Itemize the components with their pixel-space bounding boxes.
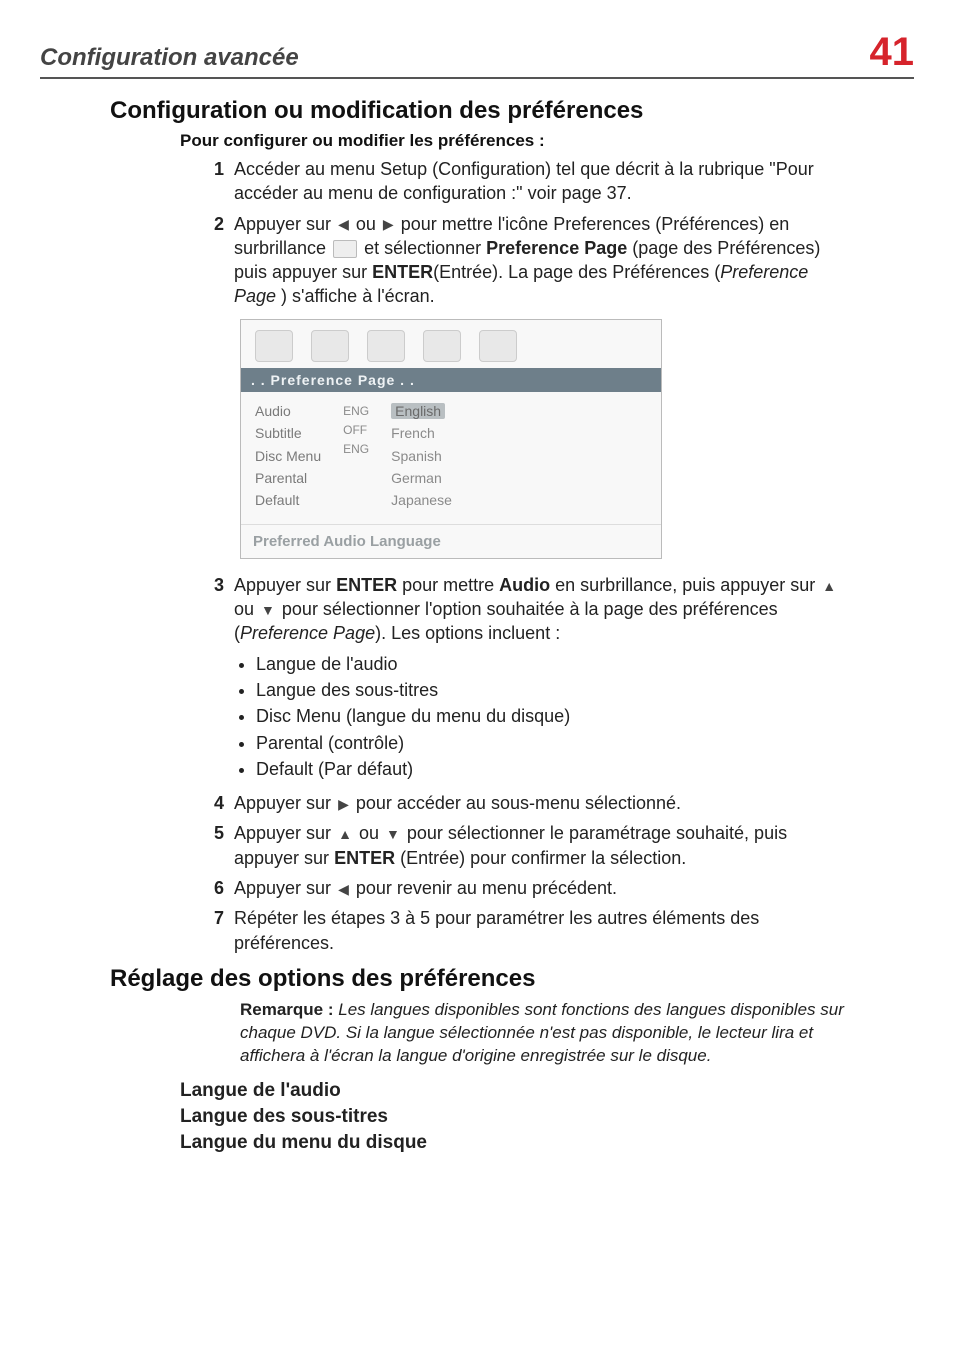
step-number: 2	[200, 212, 224, 236]
step-text: Répéter les étapes 3 à 5 pour paramétrer…	[234, 906, 854, 955]
steps-list-cont: 3 Appuyer sur ENTER pour mettre Audio en…	[200, 573, 854, 955]
list-item: Langue des sous-titres	[256, 678, 854, 702]
steps-list: 1 Accéder au menu Setup (Configuration) …	[200, 157, 854, 309]
list-item: Default (Par défaut)	[256, 757, 854, 781]
up-arrow-icon: ▲	[820, 577, 838, 596]
screenshot-values-col: English French Spanish German Japanese	[391, 400, 474, 512]
screenshot-code: Off	[343, 421, 369, 440]
config-subheading: Pour configurer ou modifier les préféren…	[180, 131, 914, 151]
text: Appuyer sur	[234, 214, 336, 234]
step-text: Appuyer sur ◀ ou ▶ pour mettre l'icône P…	[234, 212, 854, 309]
up-arrow-icon: ▲	[336, 825, 354, 844]
language-options-list: Langue de l'audio Langue des sous-titres…	[180, 1080, 914, 1154]
bold-term: Audio	[499, 575, 550, 595]
step-text: Accéder au menu Setup (Configuration) te…	[234, 157, 854, 206]
step-4: 4 Appuyer sur ▶ pour accéder au sous-men…	[200, 791, 854, 815]
options-bullet-list: Langue de l'audio Langue des sous-titres…	[256, 652, 854, 781]
text: ou	[356, 214, 381, 234]
right-arrow-icon: ▶	[336, 795, 351, 814]
language-option: Langue de l'audio	[180, 1080, 914, 1102]
screenshot-icon	[367, 330, 405, 362]
screenshot-label: Audio	[255, 400, 321, 422]
screenshot-value: French	[391, 422, 452, 444]
step-6: 6 Appuyer sur ◀ pour revenir au menu pré…	[200, 876, 854, 900]
page-header: Configuration avancée 41	[40, 30, 914, 79]
step-text: Appuyer sur ENTER pour mettre Audio en s…	[234, 573, 854, 785]
bold-term: ENTER	[336, 575, 397, 595]
screenshot-code: ENG	[343, 402, 369, 421]
text: ) s'affiche à l'écran.	[281, 286, 435, 306]
screenshot-icon	[479, 330, 517, 362]
text: ). Les options incluent :	[375, 623, 560, 643]
screenshot-icon	[311, 330, 349, 362]
step-text: Appuyer sur ◀ pour revenir au menu précé…	[234, 876, 854, 900]
list-item: Langue de l'audio	[256, 652, 854, 676]
text: et sélectionner	[364, 238, 486, 258]
text: ou	[359, 823, 384, 843]
text: Appuyer sur	[234, 823, 336, 843]
italic-term: Preference Page	[240, 623, 375, 643]
screenshot-labels-col: Audio Subtitle Disc Menu Parental Defaul…	[255, 400, 343, 512]
step-text: Appuyer sur ▶ pour accéder au sous-menu …	[234, 791, 854, 815]
screenshot-value: Japanese	[391, 489, 452, 511]
left-arrow-icon: ◀	[336, 215, 351, 234]
text: (Entrée). La page des Préférences (	[433, 262, 720, 282]
screenshot-code: ENG	[343, 440, 369, 459]
right-arrow-icon: ▶	[381, 215, 396, 234]
screenshot-title: . . Preference Page . .	[241, 368, 661, 392]
screenshot-value: German	[391, 467, 452, 489]
step-number: 6	[200, 876, 224, 900]
list-item: Disc Menu (langue du menu du disque)	[256, 704, 854, 728]
note-block: Remarque : Les langues disponibles sont …	[240, 999, 854, 1068]
step-number: 3	[200, 573, 224, 597]
screenshot-label: Subtitle	[255, 422, 321, 444]
step-text: Appuyer sur ▲ ou ▼ pour sélectionner le …	[234, 821, 854, 870]
step-5: 5 Appuyer sur ▲ ou ▼ pour sélectionner l…	[200, 821, 854, 870]
step-number: 5	[200, 821, 224, 845]
options-heading: Réglage des options des préférences	[110, 965, 914, 993]
step-number: 7	[200, 906, 224, 930]
step-number: 4	[200, 791, 224, 815]
step-3: 3 Appuyer sur ENTER pour mettre Audio en…	[200, 573, 854, 785]
text: Appuyer sur	[234, 878, 336, 898]
screenshot-value: Spanish	[391, 445, 452, 467]
down-arrow-icon: ▼	[384, 825, 402, 844]
language-option: Langue des sous-titres	[180, 1106, 914, 1128]
step-1: 1 Accéder au menu Setup (Configuration) …	[200, 157, 854, 206]
text: Appuyer sur	[234, 793, 336, 813]
screenshot-label: Default	[255, 489, 321, 511]
note-label: Remarque :	[240, 1000, 334, 1019]
screenshot-icon	[423, 330, 461, 362]
step-7: 7 Répéter les étapes 3 à 5 pour paramétr…	[200, 906, 854, 955]
config-heading: Configuration ou modification des préfér…	[110, 97, 914, 125]
screenshot-icon-row	[241, 320, 661, 368]
screenshot-icon	[255, 330, 293, 362]
left-arrow-icon: ◀	[336, 880, 351, 899]
text: pour revenir au menu précédent.	[356, 878, 617, 898]
step-number: 1	[200, 157, 224, 181]
preferences-icon	[333, 240, 357, 258]
page-number: 41	[870, 30, 915, 75]
section-name: Configuration avancée	[40, 44, 299, 72]
screenshot-value-highlight: English	[391, 403, 445, 419]
text: en surbrillance, puis appuyer sur	[555, 575, 820, 595]
screenshot-footer: Preferred Audio Language	[241, 524, 661, 558]
screenshot-body: Audio Subtitle Disc Menu Parental Defaul…	[241, 392, 661, 524]
bold-term: ENTER	[372, 262, 433, 282]
text: (Entrée) pour confirmer la sélection.	[400, 848, 686, 868]
text: pour mettre	[402, 575, 499, 595]
bold-term: ENTER	[334, 848, 395, 868]
text: Appuyer sur	[234, 575, 336, 595]
screenshot-label: Disc Menu	[255, 445, 321, 467]
text: ou	[234, 599, 259, 619]
preference-page-screenshot: . . Preference Page . . Audio Subtitle D…	[240, 319, 662, 559]
bold-term: Preference Page	[486, 238, 627, 258]
language-option: Langue du menu du disque	[180, 1132, 914, 1154]
screenshot-codes-col: ENG Off ENG	[343, 400, 391, 512]
down-arrow-icon: ▼	[259, 601, 277, 620]
step-2: 2 Appuyer sur ◀ ou ▶ pour mettre l'icône…	[200, 212, 854, 309]
list-item: Parental (contrôle)	[256, 731, 854, 755]
text: pour accéder au sous-menu sélectionné.	[356, 793, 681, 813]
screenshot-label: Parental	[255, 467, 321, 489]
